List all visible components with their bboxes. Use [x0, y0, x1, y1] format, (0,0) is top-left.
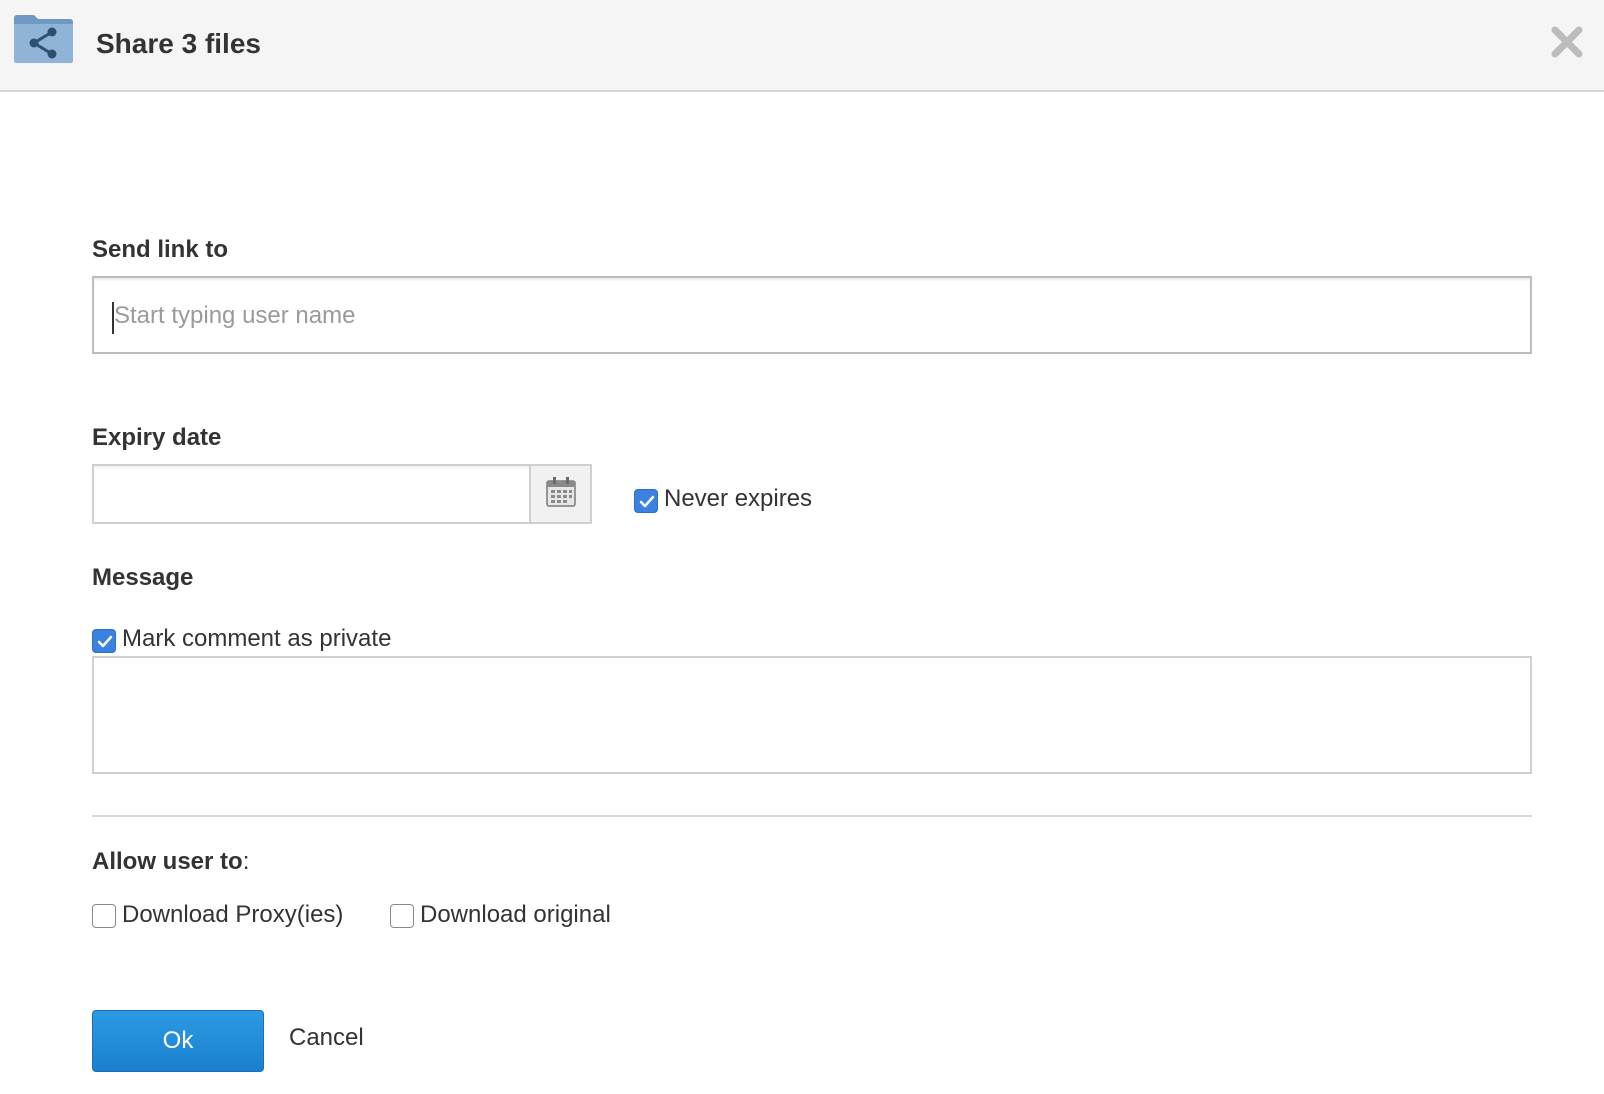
expiry-date-label: Expiry date [92, 424, 222, 451]
expiry-date-input[interactable] [92, 464, 530, 524]
dialog-title: Share 3 files [96, 28, 261, 59]
download-proxies-checkbox[interactable] [92, 904, 116, 928]
never-expires-label[interactable]: Never expires [664, 485, 812, 513]
download-original-label[interactable]: Download original [420, 901, 611, 929]
message-textarea[interactable] [92, 656, 1532, 774]
folder-share-icon [12, 14, 75, 64]
dialog-header: Share 3 files [0, 0, 1604, 92]
mark-private-label[interactable]: Mark comment as private [122, 625, 391, 653]
close-icon[interactable] [1550, 25, 1584, 59]
download-proxies-label[interactable]: Download Proxy(ies) [122, 901, 343, 929]
send-link-placeholder: Start typing user name [114, 302, 356, 329]
mark-private-checkbox[interactable] [92, 629, 116, 653]
download-original-checkbox[interactable] [390, 904, 414, 928]
calendar-icon [545, 476, 577, 513]
share-dialog: Share 3 files Send link to Start typing … [0, 0, 1604, 1094]
message-label: Message [92, 564, 194, 591]
cancel-button[interactable]: Cancel [289, 1024, 364, 1052]
calendar-button[interactable] [529, 464, 592, 524]
send-link-input[interactable]: Start typing user name [92, 276, 1532, 354]
ok-button[interactable]: Ok [92, 1010, 264, 1072]
allow-user-label: Allow user to: [92, 848, 250, 875]
send-link-label: Send link to [92, 236, 229, 263]
section-divider [92, 815, 1532, 817]
never-expires-checkbox[interactable] [634, 489, 658, 513]
